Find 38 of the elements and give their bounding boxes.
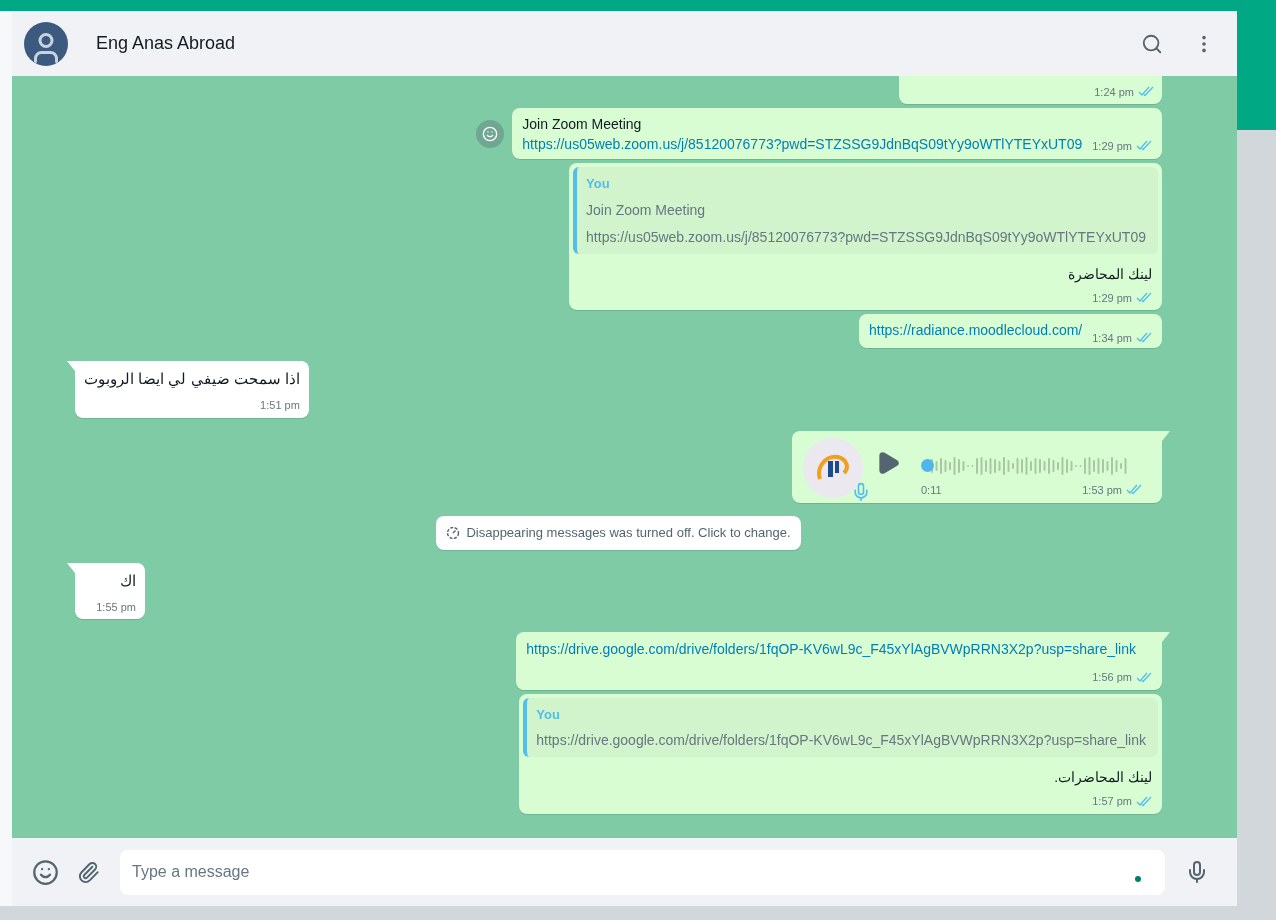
message-time: 1:51 pm	[260, 398, 300, 413]
avatar[interactable]	[24, 21, 68, 66]
message-text: اذا سمحت ضيفي لي ايضا الروبوت	[84, 369, 300, 389]
contact-name[interactable]: Eng Anas Abroad	[96, 30, 236, 57]
quote-text: https://drive.google.com/drive/folders/1fqOP-KV6wL9c_F45xYlAgBVWpRRN3X2p?usp=share_link	[536, 731, 1146, 750]
react-button[interactable]	[476, 119, 505, 148]
message-text: اك	[119, 570, 136, 591]
audio-duration: 0:11	[921, 482, 942, 498]
message-time: 1:34 pm	[1092, 330, 1132, 346]
message-text: لينك المحاضرات.	[1053, 768, 1153, 787]
message-text: Join Zoom Meeting	[522, 115, 643, 134]
message-input[interactable]: Type a message	[120, 849, 1165, 895]
playback-thumb[interactable]	[921, 459, 934, 472]
system-message[interactable]: Disappearing messages was turned off. Click to change.	[436, 516, 801, 550]
system-message-text: Disappearing messages was turned off. Click to change.	[466, 524, 791, 542]
emoji-icon[interactable]	[32, 858, 59, 886]
quote-text: Join Zoom Meeting	[586, 200, 707, 220]
message-time: 1:24 pm	[1094, 84, 1134, 100]
message-time: 1:29 pm	[1092, 138, 1132, 154]
microphone-icon	[851, 481, 871, 502]
quoted-message[interactable]: You https://drive.google.com/drive/folders/1fqOP-KV6wL9c_F45xYlAgBVWpRRN3X2p?usp=share_link	[523, 697, 1158, 757]
smiley-icon	[482, 125, 499, 142]
message-time: 1:53 pm	[1082, 482, 1122, 498]
search-icon[interactable]	[1141, 32, 1163, 55]
quote-author: You	[536, 705, 561, 724]
quoted-message[interactable]: You Join Zoom Meeting https://us05web.zoom.us/j/85120076773?pwd=STZSSG9JdnBqS09tYy9oWTlYTEYxUT09	[573, 167, 1158, 254]
attach-icon[interactable]	[77, 860, 100, 884]
message-time: 1:56 pm	[1092, 670, 1132, 685]
message-time: 1:55 pm	[96, 599, 136, 615]
message-link[interactable]: https://us05web.zoom.us/j/85120076773?pwd=STZSSG9JdnBqS09tYy9oWTlYTEYxUT09	[522, 134, 1083, 154]
message-link[interactable]: https://radiance.moodlecloud.com/	[869, 320, 1083, 340]
quote-author: You	[586, 175, 611, 193]
timer-icon	[446, 525, 461, 540]
message-time: 1:57 pm	[1092, 794, 1132, 809]
quote-text: https://us05web.zoom.us/j/85120076773?pwd=STZSSG9JdnBqS09tYy9oWTlYTEYxUT09	[586, 227, 1146, 247]
message-text: لينك المحاضرة	[1067, 264, 1153, 284]
message-link[interactable]: https://drive.google.com/drive/folders/1fqOP-KV6wL9c_F45xYlAgBVWpRRN3X2p?usp=share_link	[526, 639, 1152, 659]
message-time: 1:29 pm	[1092, 290, 1132, 306]
